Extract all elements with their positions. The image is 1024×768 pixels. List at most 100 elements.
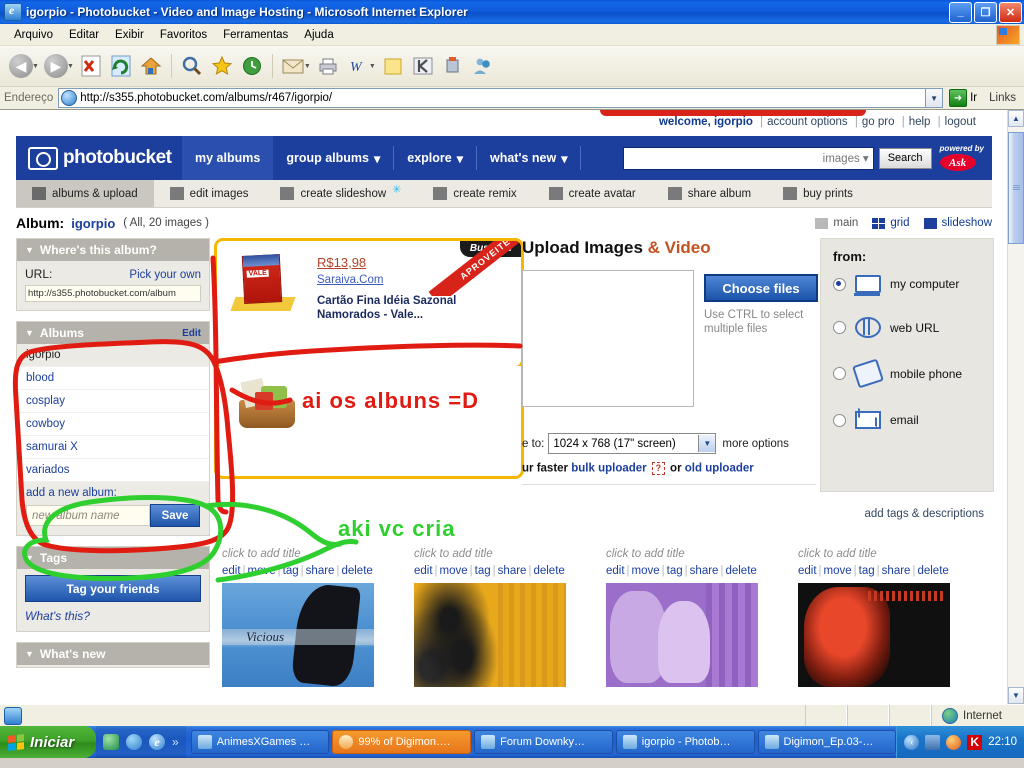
- photobucket-logo[interactable]: photobucket: [16, 136, 182, 180]
- forward-button[interactable]: ▶: [41, 51, 71, 81]
- thumb-share-link[interactable]: share: [306, 565, 335, 577]
- task-button-digimon[interactable]: 99% of Digimon….: [332, 730, 472, 754]
- thumb-share-link[interactable]: share: [498, 565, 527, 577]
- advertisement-secondary[interactable]: [214, 366, 524, 479]
- subnav-edit-images[interactable]: edit images: [154, 180, 265, 207]
- refresh-button[interactable]: [106, 51, 136, 81]
- go-pro-link[interactable]: go pro: [862, 116, 895, 128]
- thumbnail-title[interactable]: click to add title: [798, 548, 976, 565]
- thumbnail-title[interactable]: click to add title: [606, 548, 784, 565]
- tray-expand-icon[interactable]: ‹: [904, 734, 920, 750]
- task-button-forum-downky[interactable]: Forum Downky…: [474, 730, 613, 754]
- radio-email[interactable]: [833, 413, 846, 427]
- thumb-tag-link[interactable]: tag: [667, 565, 683, 577]
- thumbnail-title[interactable]: click to add title: [222, 548, 400, 565]
- scroll-down-button[interactable]: ▼: [1008, 687, 1024, 704]
- menu-item-ajuda[interactable]: Ajuda: [296, 27, 341, 43]
- messenger-button[interactable]: [468, 51, 498, 81]
- new-album-name-input[interactable]: new album name: [26, 505, 150, 526]
- address-dropdown-icon[interactable]: ▼: [926, 88, 944, 108]
- whats-new-header[interactable]: ▼ What's new: [17, 643, 209, 665]
- radio-mobile-phone[interactable]: [833, 367, 846, 380]
- clock[interactable]: 22:10: [988, 736, 1017, 748]
- account-options-link[interactable]: account options: [767, 116, 848, 128]
- resize-select[interactable]: 1024 x 768 (17" screen) ▼: [548, 433, 717, 454]
- subnav-create-avatar[interactable]: create avatar: [533, 180, 652, 207]
- menu-item-editar[interactable]: Editar: [61, 27, 107, 43]
- thumb-share-link[interactable]: share: [690, 565, 719, 577]
- where-album-header[interactable]: ▼ Where's this album?: [17, 239, 209, 261]
- thumbnail-title[interactable]: click to add title: [414, 548, 592, 565]
- album-item-variados[interactable]: variados: [17, 459, 209, 482]
- extra-tool-button[interactable]: [438, 51, 468, 81]
- thumbnail-image[interactable]: [606, 583, 758, 687]
- radio-web-url[interactable]: [833, 321, 846, 334]
- stop-button[interactable]: [76, 51, 106, 81]
- album-url-input[interactable]: http://s355.photobucket.com/album: [25, 285, 201, 302]
- view-grid[interactable]: grid: [872, 217, 910, 229]
- choose-files-button[interactable]: Choose files: [704, 274, 818, 302]
- network-icon[interactable]: [925, 734, 941, 750]
- thumb-tag-link[interactable]: tag: [283, 565, 299, 577]
- go-button[interactable]: ➜ Ir: [943, 89, 983, 107]
- task-button-animesxgames[interactable]: AnimesXGames …: [190, 730, 330, 754]
- tag-your-friends-button[interactable]: Tag your friends: [25, 575, 201, 602]
- search-input[interactable]: images ▾: [622, 146, 874, 170]
- word-button[interactable]: W: [343, 51, 373, 81]
- thumbnail-image[interactable]: [798, 583, 950, 687]
- whats-this-link[interactable]: What's this?: [25, 602, 201, 623]
- subnav-albums-upload[interactable]: albums & upload: [16, 180, 154, 207]
- maximize-button[interactable]: ❐: [974, 1, 997, 23]
- thumb-edit-link[interactable]: edit: [606, 565, 625, 577]
- kaspersky-button[interactable]: [408, 51, 438, 81]
- bulk-uploader-link[interactable]: bulk uploader: [571, 463, 646, 475]
- album-item-blood[interactable]: blood: [17, 367, 209, 390]
- help-question-icon[interactable]: ?: [651, 462, 665, 475]
- albums-panel-header[interactable]: ▼ Albums Edit: [17, 322, 209, 344]
- tags-panel-header[interactable]: ▼ Tags: [17, 547, 209, 569]
- notes-button[interactable]: [378, 51, 408, 81]
- file-list-box[interactable]: [522, 270, 694, 407]
- search-filter-label[interactable]: images ▾: [823, 151, 869, 165]
- search-button[interactable]: Search: [878, 147, 932, 169]
- start-button[interactable]: Iniciar: [0, 726, 96, 758]
- from-option-my-computer[interactable]: my computer: [821, 264, 993, 296]
- ad-site-link[interactable]: Saraiva.Com: [317, 274, 383, 286]
- albums-edit-link[interactable]: Edit: [182, 328, 201, 339]
- address-input[interactable]: http://s355.photobucket.com/albums/r467/…: [58, 88, 927, 108]
- thumb-delete-link[interactable]: delete: [725, 565, 756, 577]
- print-button[interactable]: [313, 51, 343, 81]
- internet-explorer-icon[interactable]: e: [149, 734, 165, 750]
- menu-item-ferramentas[interactable]: Ferramentas: [215, 27, 296, 43]
- scroll-up-button[interactable]: ▲: [1008, 110, 1024, 127]
- nav-my-albums[interactable]: my albums: [182, 136, 274, 180]
- links-button[interactable]: Links: [983, 92, 1022, 104]
- home-button[interactable]: [136, 51, 166, 81]
- subnav-create-remix[interactable]: create remix: [417, 180, 532, 207]
- minimize-button[interactable]: _: [949, 1, 972, 23]
- thumb-edit-link[interactable]: edit: [414, 565, 433, 577]
- more-options-link[interactable]: more options: [722, 438, 788, 450]
- kaspersky-tray-icon[interactable]: K: [967, 734, 983, 750]
- thumb-move-link[interactable]: move: [248, 565, 276, 577]
- nav-group-albums[interactable]: group albums ▾: [273, 136, 393, 180]
- from-option-email[interactable]: email: [821, 385, 993, 429]
- subnav-create-slideshow[interactable]: create slideshow ✳: [264, 180, 417, 207]
- menu-item-exibir[interactable]: Exibir: [107, 27, 152, 43]
- album-item-cowboy[interactable]: cowboy: [17, 413, 209, 436]
- advertisement-banner[interactable]: R$13,98 Saraiva.Com Cartão Fina Idéia Sa…: [214, 238, 524, 369]
- nav-whats-new[interactable]: what's new ▾: [477, 136, 580, 180]
- scrollbar-thumb[interactable]: [1008, 132, 1024, 244]
- logout-link[interactable]: logout: [945, 116, 976, 128]
- vertical-scrollbar[interactable]: ▲ ▼: [1007, 110, 1024, 704]
- view-slideshow[interactable]: slideshow: [923, 217, 992, 229]
- subnav-share-album[interactable]: share album: [652, 180, 767, 207]
- thumbnail-image[interactable]: [414, 583, 566, 687]
- album-item-cosplay[interactable]: cosplay: [17, 390, 209, 413]
- from-option-mobile-phone[interactable]: mobile phone: [821, 338, 993, 389]
- add-tags-descriptions-link[interactable]: add tags & descriptions: [864, 508, 984, 520]
- old-uploader-link[interactable]: old uploader: [685, 463, 754, 475]
- thumb-tag-link[interactable]: tag: [859, 565, 875, 577]
- thumb-share-link[interactable]: share: [882, 565, 911, 577]
- chevron-icon[interactable]: »: [172, 735, 179, 749]
